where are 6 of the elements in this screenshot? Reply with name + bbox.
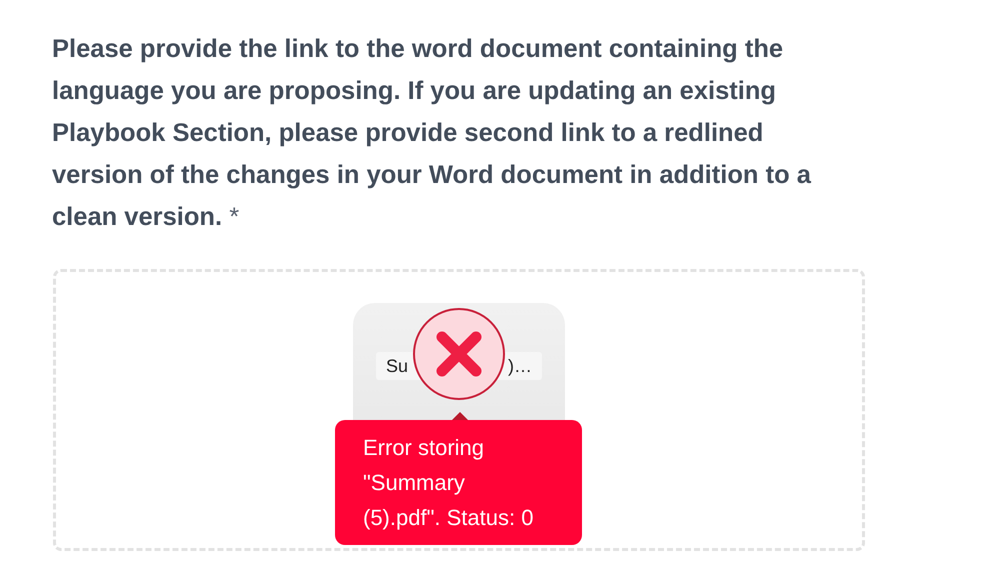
- file-name-text: Su: [386, 354, 408, 378]
- question-text: Please provide the link to the word document containing the language you are proposing. If you are updating an existing Playbook Section, please provide second link to a redlined version of the changes in your Word document in addition to a clean version. *: [52, 34, 812, 233]
- required-mark: *: [229, 203, 240, 231]
- file-dropzone[interactable]: Su )… Error storing "Summary (5).pdf". Status: 0: [53, 269, 865, 551]
- file-name-text: )…: [508, 354, 532, 378]
- error-message: Error storing "Summary (5).pdf". Status: 0: [363, 434, 534, 532]
